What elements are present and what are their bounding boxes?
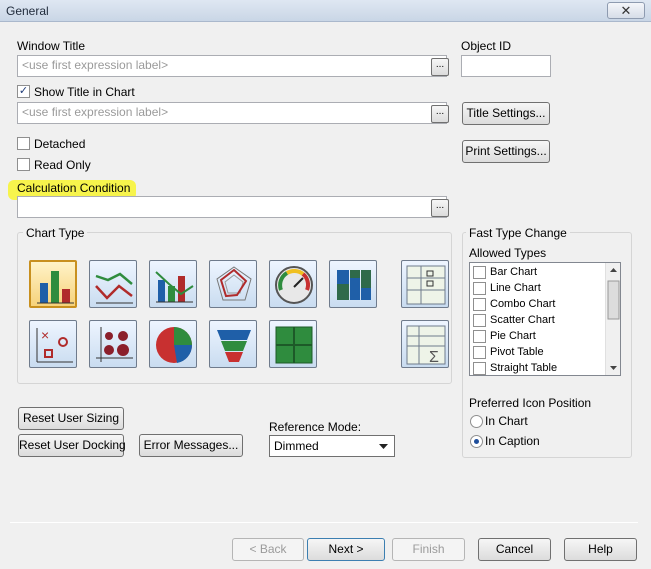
reference-mode-value: Dimmed	[274, 439, 319, 453]
list-item[interactable]: Straight Table	[472, 361, 604, 375]
list-item-checkbox[interactable]	[473, 362, 486, 375]
list-item-label: Scatter Chart	[490, 314, 555, 326]
in-chart-radio[interactable]	[470, 415, 483, 428]
gauge-chart-icon[interactable]	[269, 260, 317, 308]
in-caption-label: In Caption	[485, 434, 540, 448]
reset-user-docking-button[interactable]: Reset User Docking	[18, 434, 126, 457]
allowed-types-list[interactable]: Bar Chart Line Chart Combo Chart Scatter…	[469, 262, 621, 376]
cancel-button[interactable]: Cancel	[478, 538, 551, 561]
read-only-label: Read Only	[34, 158, 91, 172]
list-item[interactable]: Pivot Table	[472, 345, 604, 361]
list-item-label: Straight Table	[490, 362, 558, 374]
list-scrollbar[interactable]	[605, 263, 620, 375]
list-item-label: Bar Chart	[490, 266, 538, 278]
pivot-table-icon[interactable]	[401, 260, 449, 308]
window-title: General	[6, 4, 49, 18]
close-icon: ✕	[620, 3, 632, 18]
calculation-condition-browse-button[interactable]: ...	[431, 199, 449, 217]
back-button[interactable]: < Back	[232, 538, 304, 561]
list-item[interactable]: Pie Chart	[472, 329, 604, 345]
funnel-chart-icon[interactable]	[209, 320, 257, 368]
list-item[interactable]: Scatter Chart	[472, 313, 604, 329]
list-item-checkbox[interactable]	[473, 314, 486, 327]
calculation-condition-label: Calculation Condition	[17, 181, 131, 195]
grid-chart-icon[interactable]	[89, 320, 137, 368]
svg-text:×: ×	[41, 327, 49, 343]
show-title-checkbox[interactable]: ✓	[17, 85, 30, 98]
read-only-checkbox[interactable]	[17, 158, 30, 171]
list-item-checkbox[interactable]	[473, 298, 486, 311]
mekko-chart-icon[interactable]	[329, 260, 377, 308]
print-settings-button[interactable]: Print Settings...	[462, 140, 550, 163]
list-item[interactable]: Line Chart	[472, 281, 604, 297]
divider	[10, 522, 638, 523]
detached-checkbox[interactable]	[17, 137, 30, 150]
bar-chart-icon[interactable]	[29, 260, 77, 308]
svg-text:Σ: Σ	[429, 349, 439, 366]
fast-type-change-label: Fast Type Change	[466, 226, 570, 240]
chart-title-input[interactable]: <use first expression label>	[17, 102, 447, 124]
in-chart-label: In Chart	[485, 414, 528, 428]
in-caption-radio[interactable]	[470, 435, 483, 448]
list-item-label: Combo Chart	[490, 298, 556, 310]
list-item[interactable]: Combo Chart	[472, 297, 604, 313]
detached-label: Detached	[34, 137, 86, 151]
properties-dialog: General ✕ Window Title <use first expres…	[0, 0, 651, 569]
list-item-checkbox[interactable]	[473, 282, 486, 295]
straight-table-icon[interactable]: Σ	[401, 320, 449, 368]
list-item-label: Pie Chart	[490, 330, 536, 342]
title-settings-button[interactable]: Title Settings...	[462, 102, 550, 125]
object-id-label: Object ID	[461, 39, 512, 53]
reference-mode-select[interactable]: Dimmed	[269, 435, 395, 457]
list-item-checkbox[interactable]	[473, 266, 486, 279]
title-bar: General ✕	[0, 0, 651, 22]
window-title-placeholder: <use first expression label>	[22, 58, 169, 72]
reset-user-sizing-button[interactable]: Reset User Sizing	[18, 407, 124, 430]
next-button[interactable]: Next >	[307, 538, 385, 561]
window-title-browse-button[interactable]: ...	[431, 58, 449, 76]
show-title-label: Show Title in Chart	[34, 85, 135, 99]
preferred-icon-position-label: Preferred Icon Position	[469, 396, 592, 410]
scrollbar-arrows-icon	[607, 268, 620, 370]
combo-chart-icon[interactable]	[149, 260, 197, 308]
finish-button[interactable]: Finish	[392, 538, 465, 561]
block-chart-icon[interactable]	[269, 320, 317, 368]
chart-title-placeholder: <use first expression label>	[22, 105, 169, 119]
chevron-down-icon	[379, 444, 388, 449]
radar-chart-icon[interactable]	[209, 260, 257, 308]
reference-mode-label: Reference Mode:	[269, 420, 362, 434]
window-title-input[interactable]: <use first expression label>	[17, 55, 447, 77]
object-id-input[interactable]	[461, 55, 551, 77]
scatter-chart-icon[interactable]: ×	[29, 320, 77, 368]
chart-type-label: Chart Type	[23, 226, 88, 240]
calculation-condition-input[interactable]	[17, 196, 447, 218]
list-item-checkbox[interactable]	[473, 346, 486, 359]
error-messages-button[interactable]: Error Messages...	[139, 434, 243, 457]
help-button[interactable]: Help	[564, 538, 637, 561]
chart-title-browse-button[interactable]: ...	[431, 105, 449, 123]
allowed-types-label: Allowed Types	[469, 246, 547, 260]
list-item-label: Line Chart	[490, 282, 541, 294]
window-title-label: Window Title	[17, 39, 86, 53]
pie-chart-icon[interactable]	[149, 320, 197, 368]
list-item-label: Pivot Table	[490, 346, 544, 358]
close-button[interactable]: ✕	[607, 2, 645, 19]
line-chart-icon[interactable]	[89, 260, 137, 308]
list-item[interactable]: Bar Chart	[472, 265, 604, 281]
list-item-checkbox[interactable]	[473, 330, 486, 343]
